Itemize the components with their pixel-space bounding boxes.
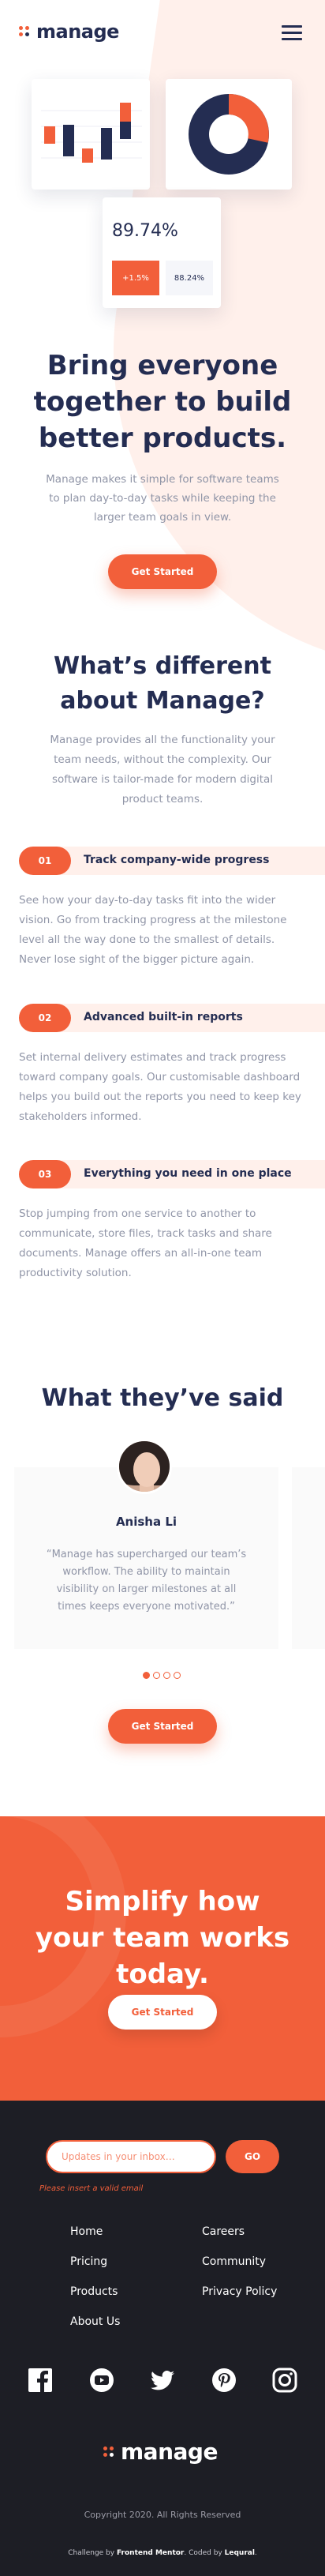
footer-links-primary: Home Pricing Products About Us xyxy=(70,2225,120,2345)
feature-description: Set internal delivery estimates and trac… xyxy=(19,1051,301,1123)
footer-logo-text: manage xyxy=(121,2439,218,2465)
hero-illustration: 89.74% +1.5% 88.24% xyxy=(32,71,292,324)
attribution-end: . xyxy=(254,2549,257,2557)
feature-number-badge: 02 xyxy=(19,1004,71,1032)
newsletter-email-input[interactable] xyxy=(46,2140,216,2173)
stat-increase-badge: +1.5% xyxy=(112,261,159,295)
hamburger-icon[interactable] xyxy=(282,25,302,41)
testimonial-quote: “Manage has supercharged our team’s work… xyxy=(46,1549,247,1613)
feature-item: 01 Track company-wide progress See how y… xyxy=(0,847,325,966)
attribution-middle: . Coded by xyxy=(184,2549,222,2557)
feature-title: Everything you need in one place xyxy=(84,1167,292,1180)
donut-chart-card xyxy=(166,79,292,190)
author-link[interactable]: Lequral xyxy=(225,2549,255,2557)
stat-secondary-value: 88.24% xyxy=(166,261,213,295)
footer: GO Please insert a valid email Home Pric… xyxy=(0,2101,325,2576)
footer-link-careers[interactable]: Careers xyxy=(202,2225,277,2255)
youtube-icon[interactable] xyxy=(88,2367,115,2394)
footer-links-secondary: Careers Community Privacy Policy xyxy=(202,2225,277,2315)
hero-get-started-button[interactable]: Get Started xyxy=(108,554,217,589)
bar-chart-graphic xyxy=(41,103,142,163)
newsletter-go-button[interactable]: GO xyxy=(226,2140,279,2173)
attribution-prefix: Challenge by xyxy=(68,2549,115,2557)
testimonials-get-started-button[interactable]: Get Started xyxy=(108,1709,217,1744)
header: manage xyxy=(0,0,325,63)
different-section-description: Manage provides all the functionality yo… xyxy=(50,734,275,805)
footer-link-products[interactable]: Products xyxy=(70,2285,120,2315)
feature-number-badge: 03 xyxy=(19,1160,71,1188)
feature-description: Stop jumping from one service to another… xyxy=(19,1207,272,1279)
hero-description: Manage makes it simple for software team… xyxy=(46,473,279,524)
feature-item: 03 Everything you need in one place Stop… xyxy=(0,1160,325,1279)
footer-link-home[interactable]: Home xyxy=(70,2225,120,2255)
bar-chart-card xyxy=(32,79,150,190)
pinterest-icon[interactable] xyxy=(211,2367,237,2394)
twitter-icon[interactable] xyxy=(149,2367,176,2394)
page: manage 89.74% +1.5% 88.24% Bring everyon… xyxy=(0,0,325,2576)
footer-link-about-us[interactable]: About Us xyxy=(70,2315,120,2345)
testimonial-card: Anisha Li “Manage has supercharged our t… xyxy=(14,1439,278,1649)
carousel-dot-1[interactable] xyxy=(143,1672,150,1679)
hero-title: Bring everyone together to build better … xyxy=(33,350,292,454)
carousel-dot-4[interactable] xyxy=(174,1672,181,1679)
feature-item: 02 Advanced built-in reports Set interna… xyxy=(0,1004,325,1123)
footer-link-privacy-policy[interactable]: Privacy Policy xyxy=(202,2285,277,2315)
instagram-icon[interactable] xyxy=(271,2367,298,2394)
social-links xyxy=(27,2367,298,2394)
feature-number-badge: 01 xyxy=(19,847,71,875)
stats-card: 89.74% +1.5% 88.24% xyxy=(103,197,221,308)
avatar xyxy=(117,1439,172,1494)
footer-link-community[interactable]: Community xyxy=(202,2255,277,2285)
donut-chart-graphic xyxy=(189,94,269,175)
cta-title: Simplify how your team works today. xyxy=(35,1886,290,1990)
feature-description: See how your day-to-day tasks fit into t… xyxy=(19,894,287,966)
feature-title: Track company-wide progress xyxy=(84,854,270,866)
frontend-mentor-link[interactable]: Frontend Mentor xyxy=(117,2549,184,2557)
copyright-text: Copyright 2020. All Rights Reserved xyxy=(84,2510,241,2520)
facebook-icon[interactable] xyxy=(27,2367,54,2394)
stat-main-value: 89.74% xyxy=(112,221,178,241)
footer-link-pricing[interactable]: Pricing xyxy=(70,2255,120,2285)
testimonial-name: Anisha Li xyxy=(115,1515,177,1529)
carousel-dot-2[interactable] xyxy=(153,1672,160,1679)
logo-icon xyxy=(103,2446,114,2458)
carousel-dots xyxy=(143,1672,181,1679)
cta-get-started-button[interactable]: Get Started xyxy=(108,1995,217,2030)
different-section-title: What’s different about Manage? xyxy=(54,652,271,715)
logo[interactable]: manage xyxy=(19,21,119,43)
newsletter-error-message: Please insert a valid email xyxy=(39,2184,144,2193)
logo-icon xyxy=(19,26,30,37)
feature-title: Advanced built-in reports xyxy=(84,1011,243,1023)
cta-section: Simplify how your team works today. Get … xyxy=(0,1816,325,2101)
carousel-dot-3[interactable] xyxy=(163,1672,170,1679)
testimonial-card-next xyxy=(292,1467,325,1649)
testimonials-title: What they’ve said xyxy=(41,1384,284,1412)
footer-logo[interactable]: manage xyxy=(103,2439,218,2465)
logo-text: manage xyxy=(36,21,119,43)
attribution: Challenge by Frontend Mentor. Coded by L… xyxy=(0,2549,325,2557)
